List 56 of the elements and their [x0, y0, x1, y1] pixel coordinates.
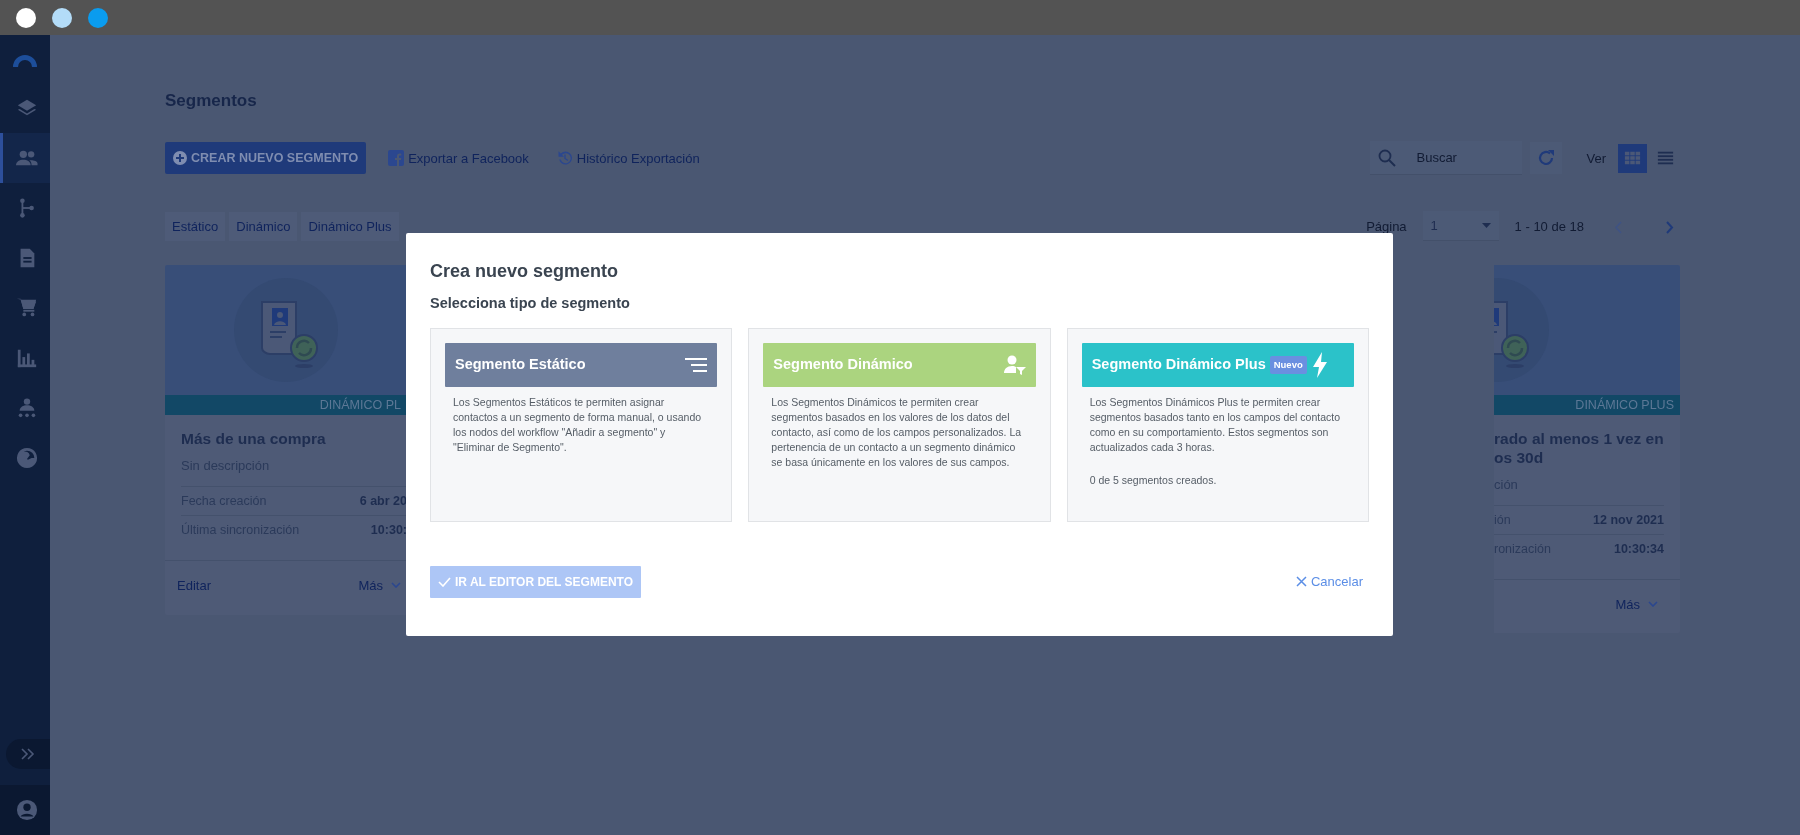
option-title: Segmento Estático	[455, 355, 586, 375]
segment-type-label: DINÁMICO PLUS	[1494, 395, 1680, 416]
modal-subtitle: Selecciona tipo de segmento	[430, 294, 631, 312]
window-control[interactable]	[52, 7, 72, 28]
lightning-icon	[1312, 352, 1327, 378]
plus-circle-icon	[173, 151, 187, 166]
search-field[interactable]: Buscar	[1370, 141, 1523, 176]
toolbar-link[interactable]: Exportar a Facebook	[382, 147, 535, 170]
page-range: 1 - 10 de 18	[1514, 217, 1584, 236]
double-chevron-icon	[21, 748, 35, 760]
segment-type-option[interactable]	[748, 328, 1051, 522]
facebook-icon	[388, 150, 405, 167]
sidebar-item[interactable]	[0, 133, 50, 183]
lines-icon	[685, 358, 708, 372]
close-icon	[1295, 576, 1307, 588]
chevron-down-icon	[391, 582, 401, 589]
new-badge: Nuevo	[1269, 355, 1307, 375]
chevron-right-icon	[1666, 220, 1674, 234]
cancel-button[interactable]: Cancelar	[1289, 571, 1369, 593]
search-input[interactable]: Buscar	[1414, 147, 1515, 169]
option-description: Los Segmentos Estáticos te permiten asignar contactos a un segmento de forma manual, o usando los nodos del workflow "Añadir a segmento" y "Eliminar de Segmento".	[453, 395, 703, 455]
expand-button[interactable]	[6, 739, 50, 769]
page-label: Página	[1366, 217, 1407, 236]
toolbar-link[interactable]: Histórico Exportación	[550, 147, 706, 170]
gauge-icon	[15, 447, 38, 469]
modal-title: Crea nuevo segmento	[430, 261, 620, 283]
chevron-down-icon	[1648, 601, 1658, 608]
view-toggle[interactable]	[1618, 143, 1647, 173]
view-label: Ver	[1586, 149, 1606, 168]
option-title: Segmento Dinámico	[773, 355, 913, 375]
option-note: 0 de 5 segmentos creados.	[1089, 473, 1218, 488]
user-filter-icon	[1003, 355, 1026, 375]
edit-button[interactable]: Editar	[171, 574, 217, 597]
more-menu-button[interactable]: Más	[1609, 593, 1664, 616]
filter-tab[interactable]: Estático	[165, 211, 226, 242]
search-icon	[1378, 148, 1397, 167]
segment-type-option[interactable]	[1066, 328, 1369, 522]
logo-icon	[12, 53, 38, 67]
option-title: Segmento Dinámico Plus	[1091, 355, 1266, 375]
create-segment-button[interactable]: CREAR NUEVO SEGMENTO	[165, 142, 367, 175]
user-menu-button[interactable]	[0, 785, 50, 835]
history-icon	[556, 150, 573, 167]
segment-type-label: DINÁMICO PL	[165, 395, 407, 416]
segment-type-option[interactable]: Segmento Estático Los Segmentos Estáticos te permiten asignar contactos a un segmento de forma manual, o usando los nodos del workflow "Añadir a segmento" y "Eliminar de Segmento".	[430, 328, 733, 522]
refresh-icon	[1537, 149, 1556, 168]
option-description: Los Segmentos Dinámicos Plus te permiten crear segmentos basados tanto en los campos del contacto como en su comportamiento. Estos segmentos son actualizados cada 3 horas.	[1089, 395, 1342, 455]
refresh-button[interactable]	[1530, 142, 1563, 175]
check-icon	[438, 577, 451, 587]
window-control[interactable]	[16, 7, 36, 28]
filter-tab[interactable]: Dinámico Plus	[301, 211, 399, 242]
caret-icon	[1481, 223, 1491, 229]
option-description: Los Segmentos Dinámicos te permiten crear segmentos basados en los valores de los datos del contacto, así como de los campos personalizados. La pertenencia de un contacto a un segmento dinámico se basa únicamente en los valores de sus campos.	[771, 395, 1023, 470]
user-icon	[15, 799, 38, 821]
bar-chart-icon	[15, 347, 38, 369]
more-menu-button[interactable]: Más	[352, 574, 407, 597]
filter-tab[interactable]: Dinámico	[229, 211, 298, 242]
